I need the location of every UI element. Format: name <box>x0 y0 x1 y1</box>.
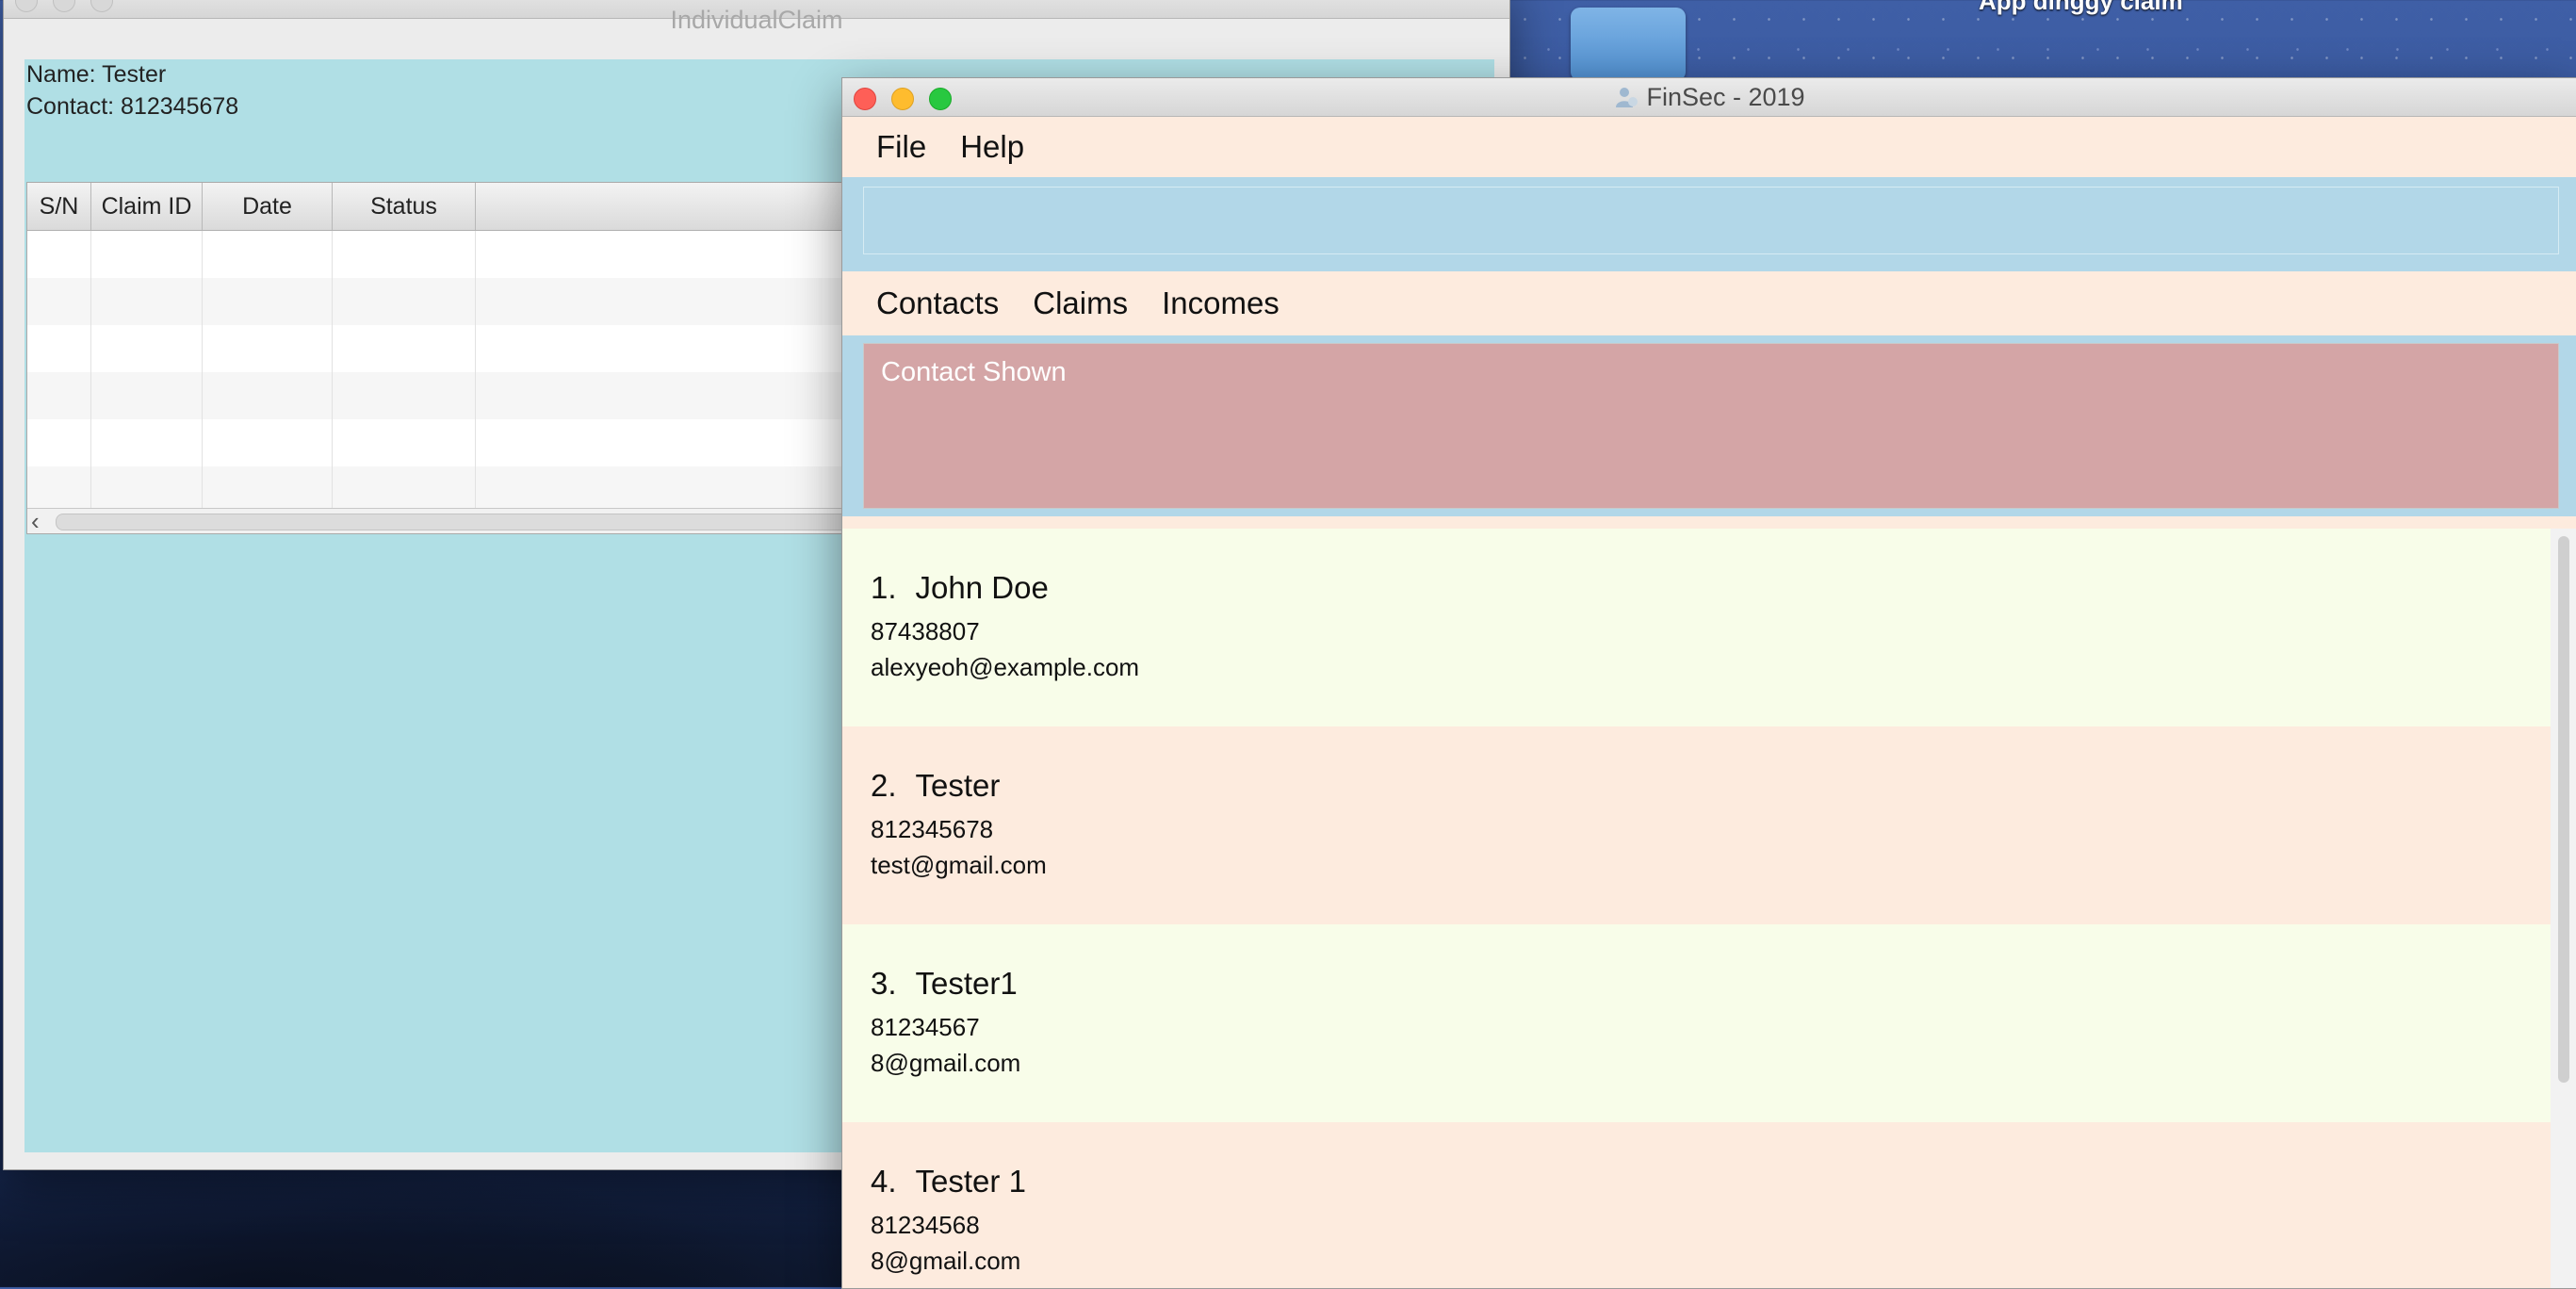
finsec-window: FinSec - 2019 File Help Contacts Claims … <box>841 77 2576 1289</box>
contact-index: 4. <box>871 1164 897 1199</box>
contact-name: Tester1 <box>915 966 1018 1001</box>
window-title: IndividualClaim <box>670 6 843 34</box>
contact-email: test@gmail.com <box>871 851 1047 879</box>
contact-phone: 87438807 <box>871 617 980 645</box>
vertical-scroll-thumb[interactable] <box>2558 536 2569 1083</box>
contact-phone: 81234568 <box>871 1211 980 1239</box>
column-header-claim-id[interactable]: Claim ID <box>91 183 203 230</box>
individual-claim-titlebar[interactable]: IndividualClaim <box>4 0 1509 34</box>
column-header-status[interactable]: Status <box>333 183 476 230</box>
window-title-group: FinSec - 2019 <box>842 78 2576 116</box>
result-display: Contact Shown <box>863 343 2559 509</box>
desktop-label: App dinggy claim <box>1979 0 2183 15</box>
column-header-sn[interactable]: S/N <box>27 183 91 230</box>
window-title: FinSec - 2019 <box>1646 83 1805 111</box>
contact-list[interactable]: 1. John Doe 87438807 alexyeoh@example.com… <box>842 529 2551 1288</box>
contact-name-line: 3. Tester1 <box>871 966 2522 1002</box>
contact-name: Tester <box>915 768 1001 803</box>
contact-email: alexyeoh@example.com <box>871 653 1140 681</box>
finsec-titlebar[interactable]: FinSec - 2019 <box>842 78 2576 117</box>
contact-email: 8@gmail.com <box>871 1049 1021 1077</box>
vertical-scrollbar[interactable] <box>2551 529 2576 1288</box>
contact-index: 1. <box>871 570 897 605</box>
list-item[interactable]: 1. John Doe 87438807 alexyeoh@example.com <box>842 529 2551 726</box>
list-item[interactable]: 4. Tester 1 81234568 8@gmail.com <box>842 1122 2551 1288</box>
contact-email: 8@gmail.com <box>871 1247 1021 1275</box>
column-header-date[interactable]: Date <box>203 183 333 230</box>
result-display-container: Contact Shown <box>842 335 2576 516</box>
tab-bar: Contacts Claims Incomes <box>842 271 2576 335</box>
command-input[interactable] <box>863 187 2559 254</box>
tab-claims[interactable]: Claims <box>1033 286 1128 321</box>
menu-bar: File Help <box>842 117 2576 177</box>
contact-name-line: 4. Tester 1 <box>871 1164 2522 1199</box>
menu-file[interactable]: File <box>876 129 926 165</box>
contact-phone: 81234567 <box>871 1013 980 1041</box>
finsec-app-icon <box>1616 87 1639 107</box>
contact-name: John Doe <box>915 570 1049 605</box>
menu-help[interactable]: Help <box>960 129 1024 165</box>
contact-name: Tester 1 <box>915 1164 1026 1199</box>
contact-index: 3. <box>871 966 897 1001</box>
contact-label: Contact: 812345678 <box>26 93 239 120</box>
desktop-folder-icon[interactable] <box>1571 8 1686 81</box>
list-item[interactable]: 2. Tester 812345678 test@gmail.com <box>842 726 2551 924</box>
contact-index: 2. <box>871 768 897 803</box>
tab-contacts[interactable]: Contacts <box>876 286 999 321</box>
name-label: Name: Tester <box>26 61 167 88</box>
tab-incomes[interactable]: Incomes <box>1162 286 1280 321</box>
command-box-container <box>842 177 2576 271</box>
contact-name-line: 2. Tester <box>871 768 2522 804</box>
scroll-left-arrow-icon[interactable]: ‹ <box>31 507 40 533</box>
contact-phone: 812345678 <box>871 815 994 843</box>
list-item[interactable]: 3. Tester1 81234567 8@gmail.com <box>842 924 2551 1122</box>
contact-name-line: 1. John Doe <box>871 570 2522 606</box>
